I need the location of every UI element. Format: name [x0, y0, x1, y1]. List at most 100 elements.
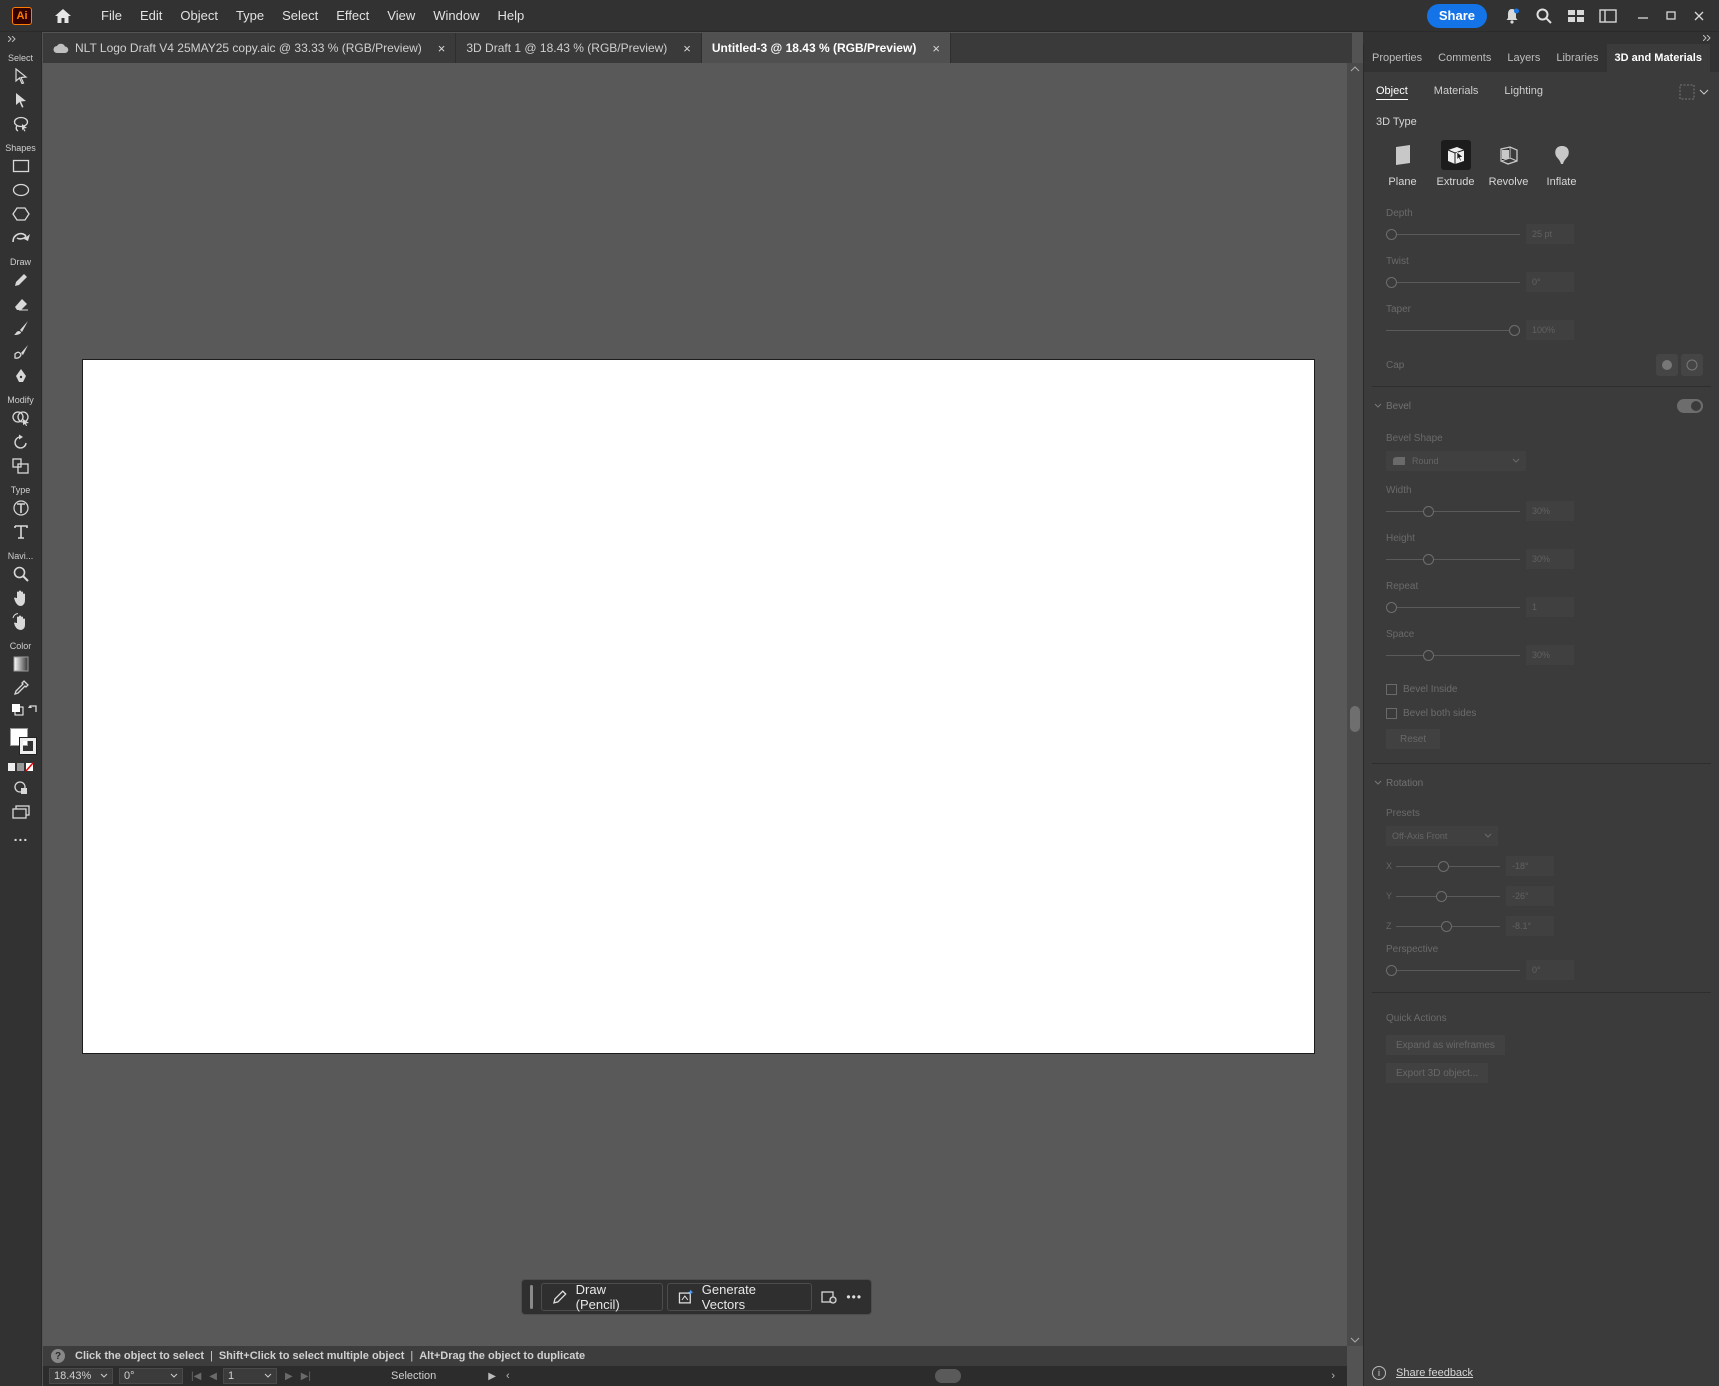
type-on-path-tool[interactable]: [0, 496, 42, 520]
menu-object[interactable]: Object: [171, 0, 227, 32]
rotation-field[interactable]: 0°: [119, 1368, 183, 1384]
bevel-width-slider[interactable]: [1386, 505, 1520, 517]
type-tool[interactable]: [0, 520, 42, 544]
zoom-tool[interactable]: [0, 562, 42, 586]
tab-comments[interactable]: Comments: [1430, 44, 1499, 72]
notifications-button[interactable]: [1501, 5, 1523, 27]
type-inflate[interactable]: Inflate: [1535, 140, 1588, 188]
rotation-z-thumb[interactable]: [1440, 920, 1452, 932]
draw-pencil-button[interactable]: Draw (Pencil): [540, 1282, 664, 1312]
scroll-right-arrow[interactable]: ›: [1331, 1370, 1335, 1382]
cap-on-button[interactable]: [1656, 354, 1678, 376]
menu-window[interactable]: Window: [424, 0, 488, 32]
perspective-slider[interactable]: [1386, 964, 1520, 976]
tab-layers[interactable]: Layers: [1499, 44, 1548, 72]
bevel-space-slider[interactable]: [1386, 649, 1520, 661]
bevel-both-checkbox[interactable]: [1386, 707, 1397, 719]
drawing-mode-button[interactable]: [0, 776, 42, 800]
rotation-z-value[interactable]: -8.1°: [1506, 916, 1554, 936]
expand-wireframes-button[interactable]: Expand as wireframes: [1386, 1035, 1505, 1055]
canvas[interactable]: [43, 63, 1347, 1346]
minimize-button[interactable]: [1629, 5, 1657, 27]
rotation-x-slider[interactable]: [1396, 860, 1500, 872]
first-artboard-button[interactable]: |◀: [191, 1371, 201, 1382]
taper-slider[interactable]: [1386, 324, 1520, 336]
horizontal-scroll-thumb[interactable]: [935, 1369, 961, 1383]
task-bar-drag-handle[interactable]: [530, 1285, 533, 1309]
blob-brush-tool[interactable]: [0, 340, 42, 364]
toolbar-collapse-handle[interactable]: [0, 32, 41, 46]
close-window-button[interactable]: [1685, 5, 1713, 27]
taper-slider-thumb[interactable]: [1509, 324, 1520, 336]
home-button[interactable]: [52, 5, 74, 27]
workspace-button[interactable]: [1565, 5, 1587, 27]
doc-tab-3d-draft[interactable]: 3D Draft 1 @ 18.43 % (RGB/Preview) ×: [456, 33, 702, 63]
depth-slider-thumb[interactable]: [1386, 228, 1397, 240]
rotation-z-slider[interactable]: [1396, 920, 1500, 932]
twist-slider-thumb[interactable]: [1386, 276, 1397, 288]
polygon-tool[interactable]: [0, 202, 42, 226]
rectangle-tool[interactable]: [0, 154, 42, 178]
close-tab-button[interactable]: ×: [438, 41, 446, 56]
scroll-left-arrow[interactable]: ‹: [506, 1370, 510, 1382]
edit-toolbar-button[interactable]: ...: [0, 824, 42, 848]
menu-edit[interactable]: Edit: [131, 0, 171, 32]
more-options-button[interactable]: •••: [841, 1284, 867, 1310]
pen-tool[interactable]: [0, 364, 42, 388]
subtab-materials[interactable]: Materials: [1434, 85, 1479, 99]
pencil-tool[interactable]: [0, 268, 42, 292]
menu-view[interactable]: View: [378, 0, 424, 32]
rotation-presets-dropdown[interactable]: Off-Axis Front: [1386, 826, 1498, 846]
scale-tool[interactable]: [0, 454, 42, 478]
rotation-y-value[interactable]: -26°: [1506, 886, 1554, 906]
share-button[interactable]: Share: [1426, 4, 1487, 28]
help-icon[interactable]: ?: [51, 1349, 65, 1363]
recolor-button[interactable]: [816, 1284, 842, 1310]
search-button[interactable]: [1533, 5, 1555, 27]
bevel-inside-row[interactable]: Bevel Inside: [1364, 677, 1719, 701]
cap-off-button[interactable]: [1681, 354, 1703, 376]
depth-slider[interactable]: [1386, 228, 1520, 240]
rotation-y-thumb[interactable]: [1435, 890, 1447, 902]
subtab-object[interactable]: Object: [1376, 85, 1408, 100]
next-artboard-button[interactable]: ▶: [285, 1371, 293, 1382]
direct-selection-tool[interactable]: [0, 88, 42, 112]
fill-stroke-swatches[interactable]: [0, 724, 42, 758]
bevel-space-value[interactable]: 30%: [1526, 645, 1574, 665]
bevel-width-thumb[interactable]: [1422, 505, 1434, 517]
maximize-button[interactable]: [1657, 5, 1685, 27]
rotate-view-tool[interactable]: [0, 610, 42, 634]
bevel-both-row[interactable]: Bevel both sides: [1364, 701, 1719, 725]
perspective-value[interactable]: 0°: [1526, 960, 1574, 980]
rotation-x-value[interactable]: -18°: [1506, 856, 1554, 876]
color-mode-buttons[interactable]: [0, 758, 42, 776]
type-extrude[interactable]: Extrude: [1429, 140, 1482, 188]
bevel-section-header[interactable]: Bevel: [1364, 395, 1719, 417]
bevel-height-slider[interactable]: [1386, 553, 1520, 565]
subtab-lighting[interactable]: Lighting: [1504, 85, 1543, 99]
bevel-toggle[interactable]: [1677, 399, 1703, 413]
bevel-width-value[interactable]: 30%: [1526, 501, 1574, 521]
gradient-tool[interactable]: [0, 652, 42, 676]
rotation-x-thumb[interactable]: [1437, 860, 1449, 872]
bevel-space-thumb[interactable]: [1422, 649, 1434, 661]
twist-slider[interactable]: [1386, 276, 1520, 288]
selection-tool[interactable]: [0, 64, 42, 88]
type-revolve[interactable]: Revolve: [1482, 140, 1535, 188]
last-artboard-button[interactable]: ▶|: [301, 1371, 311, 1382]
swap-fill-stroke[interactable]: [0, 700, 42, 720]
panel-toggle-button[interactable]: [1597, 5, 1619, 27]
type-plane[interactable]: Plane: [1376, 140, 1429, 188]
artboard[interactable]: [82, 359, 1315, 1054]
render-settings-button[interactable]: [1679, 84, 1709, 100]
shape-builder-tool[interactable]: [0, 406, 42, 430]
tab-3d-and-materials[interactable]: 3D and Materials: [1606, 44, 1710, 72]
eraser-tool[interactable]: [0, 292, 42, 316]
export-3d-button[interactable]: Export 3D object...: [1386, 1063, 1489, 1083]
eyedropper-tool[interactable]: [0, 676, 42, 700]
taper-value[interactable]: 100%: [1526, 320, 1574, 340]
doc-tab-nlt-logo[interactable]: NLT Logo Draft V4 25MAY25 copy.aic @ 33.…: [43, 33, 457, 63]
perspective-thumb[interactable]: [1386, 964, 1397, 976]
artboard-field[interactable]: 1: [223, 1368, 277, 1384]
bevel-height-value[interactable]: 30%: [1526, 549, 1574, 569]
